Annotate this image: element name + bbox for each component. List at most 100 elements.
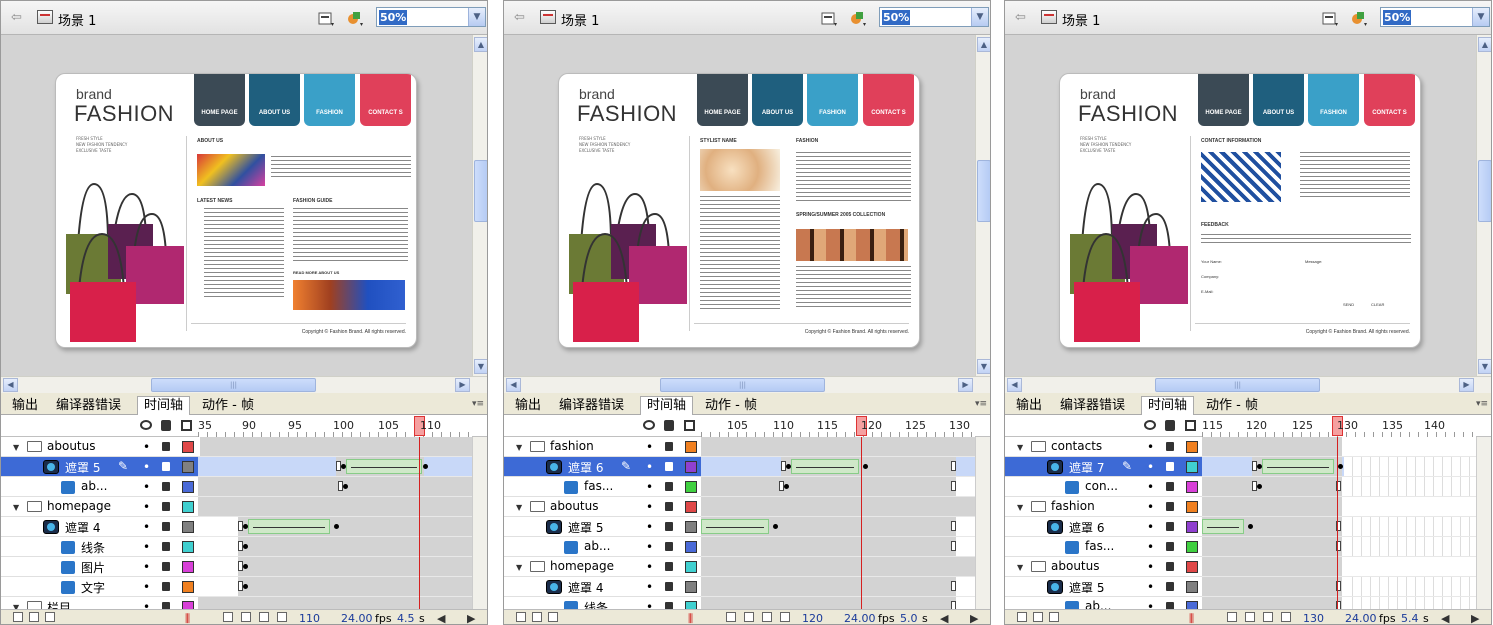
panel-tab[interactable]: 编译器错误 xyxy=(1053,396,1132,415)
panel-tab[interactable]: 输出 xyxy=(5,396,45,415)
lock-icon[interactable] xyxy=(162,542,170,551)
stage-horizontal-scrollbar[interactable]: ◀ ||| ▶ xyxy=(1005,376,1491,393)
lock-icon[interactable] xyxy=(665,542,673,551)
scroll-left-icon[interactable]: ◀ xyxy=(1007,378,1022,392)
scroll-left-icon[interactable]: ◀ xyxy=(437,612,445,624)
delete-layer-icon[interactable] xyxy=(45,612,55,622)
add-folder-icon[interactable] xyxy=(532,612,542,622)
frame-row[interactable] xyxy=(701,557,975,577)
lock-icon[interactable] xyxy=(162,562,170,571)
visibility-dot[interactable]: • xyxy=(143,440,150,454)
visibility-dot[interactable]: • xyxy=(646,600,653,609)
onion-outline-icon[interactable] xyxy=(241,612,251,622)
scroll-up-icon[interactable]: ▲ xyxy=(1478,37,1491,52)
lock-icon[interactable] xyxy=(162,602,170,609)
onion-outline-icon[interactable] xyxy=(1245,612,1255,622)
scroll-thumb[interactable] xyxy=(977,160,990,222)
chevron-down-icon[interactable]: ▼ xyxy=(971,8,988,26)
frame-ruler[interactable]: 105 110 115 120 125 130 xyxy=(701,415,975,437)
frame-row[interactable] xyxy=(198,457,472,477)
layer-row[interactable]: 文字 • xyxy=(1,577,198,597)
center-frame-icon[interactable]: ⫼ xyxy=(688,612,693,624)
onion-markers-icon[interactable] xyxy=(277,612,287,622)
frame-row[interactable] xyxy=(701,577,975,597)
layer-color-swatch[interactable] xyxy=(182,541,194,553)
eye-icon[interactable] xyxy=(643,420,655,430)
lock-icon[interactable] xyxy=(1166,562,1174,571)
panel-tab[interactable]: 时间轴 xyxy=(1141,396,1195,416)
layer-row[interactable]: 线条 • xyxy=(1,537,198,557)
keyframe[interactable] xyxy=(1248,524,1253,529)
edit-symbol-icon[interactable] xyxy=(849,9,867,27)
layer-color-swatch[interactable] xyxy=(685,561,697,573)
options-menu-icon[interactable]: ▾≡ xyxy=(472,399,484,409)
expand-triangle-icon[interactable]: ▼ xyxy=(1017,503,1023,512)
frame-ruler[interactable]: 35 90 95 100 105 110 xyxy=(198,415,472,437)
edit-scene-icon[interactable] xyxy=(1321,9,1339,27)
keyframe[interactable] xyxy=(243,544,248,549)
end-frame[interactable] xyxy=(951,601,956,609)
layer-color-swatch[interactable] xyxy=(1186,521,1198,533)
lock-icon[interactable] xyxy=(1166,482,1174,491)
center-frame-icon[interactable]: ⫼ xyxy=(1189,612,1194,624)
frame-row[interactable] xyxy=(1202,517,1476,537)
frame-row[interactable] xyxy=(1202,577,1476,597)
stage-vertical-scrollbar[interactable]: ▲ ▼ xyxy=(1476,35,1491,376)
eye-icon[interactable] xyxy=(1144,420,1156,430)
onion-markers-icon[interactable] xyxy=(780,612,790,622)
chevron-down-icon[interactable]: ▼ xyxy=(468,8,485,26)
visibility-dot[interactable]: • xyxy=(646,500,653,514)
visibility-dot[interactable]: • xyxy=(143,580,150,594)
zoom-select[interactable]: 50% ▼ xyxy=(879,7,989,27)
keyframe[interactable] xyxy=(784,484,789,489)
layer-color-swatch[interactable] xyxy=(1186,581,1198,593)
layer-row[interactable]: ab... • xyxy=(1,477,198,497)
panel-tab[interactable]: 编译器错误 xyxy=(49,396,128,415)
end-frame[interactable] xyxy=(951,581,956,591)
layer-row[interactable]: ab... • xyxy=(504,537,701,557)
timeline-scrollbar[interactable] xyxy=(1476,437,1491,609)
layer-color-swatch[interactable] xyxy=(685,441,697,453)
scroll-up-icon[interactable]: ▲ xyxy=(977,37,990,52)
keyframe[interactable] xyxy=(423,464,428,469)
eye-icon[interactable] xyxy=(140,420,152,430)
panel-tab[interactable]: 时间轴 xyxy=(137,396,191,416)
stage-vertical-scrollbar[interactable]: ▲ ▼ xyxy=(975,35,990,376)
lock-icon[interactable] xyxy=(665,482,673,491)
layer-color-swatch[interactable] xyxy=(1186,441,1198,453)
scroll-thumb[interactable]: ||| xyxy=(151,378,316,392)
frame-row[interactable] xyxy=(198,437,472,457)
keyframe[interactable] xyxy=(1257,484,1262,489)
layer-row[interactable]: ▼ aboutus • xyxy=(504,497,701,517)
onion-skin-icon[interactable] xyxy=(1227,612,1237,622)
visibility-dot[interactable]: • xyxy=(646,580,653,594)
layer-color-swatch[interactable] xyxy=(1186,501,1198,513)
stage[interactable]: brand FASHION HOME PAGE ABOUT US FASHION CONT… xyxy=(504,35,975,376)
end-frame[interactable] xyxy=(951,521,956,531)
scroll-up-icon[interactable]: ▲ xyxy=(474,37,487,52)
panel-tab[interactable]: 输出 xyxy=(1009,396,1049,415)
layer-row[interactable]: 遮罩 4 • xyxy=(1,517,198,537)
keyframe[interactable] xyxy=(334,524,339,529)
add-folder-icon[interactable] xyxy=(29,612,39,622)
zoom-select[interactable]: 50% ▼ xyxy=(1380,7,1490,27)
add-folder-icon[interactable] xyxy=(1033,612,1043,622)
lock-icon[interactable] xyxy=(162,462,170,471)
expand-triangle-icon[interactable]: ▼ xyxy=(13,503,19,512)
visibility-dot[interactable]: • xyxy=(1147,480,1154,494)
frame-row[interactable] xyxy=(701,477,975,497)
visibility-dot[interactable]: • xyxy=(143,460,150,474)
frame-row[interactable] xyxy=(1202,497,1476,517)
edit-multiple-icon[interactable] xyxy=(259,612,269,622)
layer-color-swatch[interactable] xyxy=(182,581,194,593)
edit-multiple-icon[interactable] xyxy=(1263,612,1273,622)
panel-tab[interactable]: 输出 xyxy=(508,396,548,415)
onion-markers-icon[interactable] xyxy=(1281,612,1291,622)
layer-color-swatch[interactable] xyxy=(685,501,697,513)
frame-row[interactable] xyxy=(701,597,975,609)
layer-row[interactable]: 遮罩 6 • xyxy=(1005,517,1202,537)
lock-icon[interactable] xyxy=(162,442,170,451)
stage[interactable]: brand FASHION HOME PAGE ABOUT US FASHION CONT… xyxy=(1005,35,1476,376)
scroll-right-icon[interactable]: ▶ xyxy=(958,378,973,392)
layer-row[interactable]: fas... • xyxy=(504,477,701,497)
